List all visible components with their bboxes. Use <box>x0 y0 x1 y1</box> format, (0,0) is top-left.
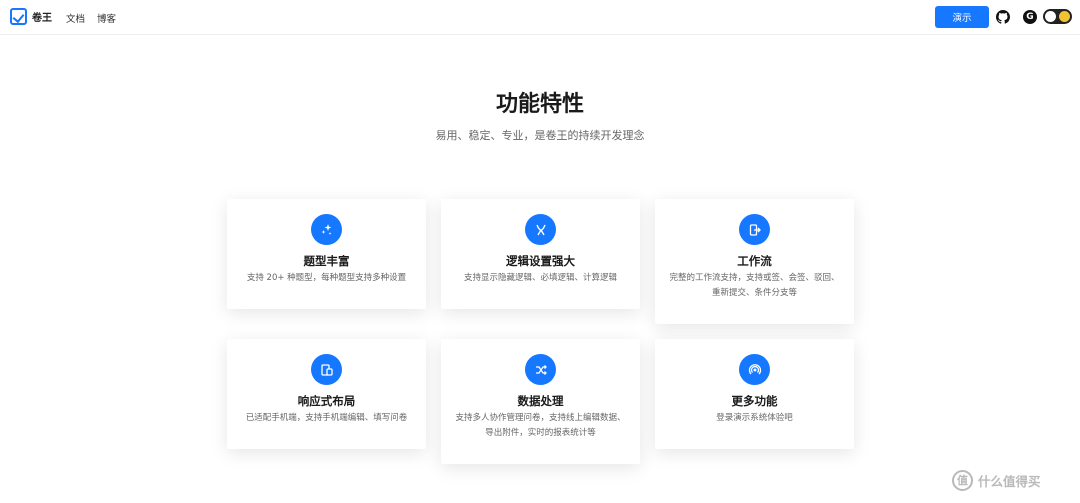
feature-card-logic: 逻辑设置强大 支持显示隐藏逻辑、必填逻辑、计算逻辑 <box>441 199 640 309</box>
top-nav-bar: 卷王 文档 博客 演示 G <box>0 0 1080 35</box>
feature-desc: 登录演示系统体验吧 <box>716 413 793 423</box>
feature-title: 工作流 <box>737 254 772 268</box>
feature-desc: 已适配手机端，支持手机端编辑、填写问卷 <box>245 413 408 423</box>
sparkles-icon <box>311 214 342 245</box>
toggle-knob <box>1045 11 1056 22</box>
brand-name: 卷王 <box>32 13 52 24</box>
feature-desc: 支持 20+ 种题型，每种题型支持多种设置 <box>246 273 407 283</box>
watermark-badge: 值 <box>952 470 973 491</box>
feature-card-question-types: 题型丰富 支持 20+ 种题型，每种题型支持多种设置 <box>227 199 426 309</box>
workflow-exit-icon <box>739 214 770 245</box>
sun-icon <box>1059 11 1070 22</box>
section-subtitle: 易用、稳定、专业，是卷王的持续开发理念 <box>435 129 645 142</box>
feature-title: 逻辑设置强大 <box>506 254 575 268</box>
broadcast-icon <box>739 354 770 385</box>
github-icon[interactable] <box>996 10 1010 24</box>
watermark-text: 什么值得买 <box>978 474 1041 489</box>
shuffle-icon <box>525 354 556 385</box>
feature-title: 题型丰富 <box>303 254 350 268</box>
feature-card-responsive: 响应式布局 已适配手机端，支持手机端编辑、填写问卷 <box>227 339 426 449</box>
brand-logo[interactable]: 卷王 <box>10 8 52 25</box>
watermark: 值 什么值得买 <box>952 470 1041 491</box>
feature-desc: 完整的工作流支持，支持或签、会签、驳回、重新提交、条件分支等 <box>669 273 840 298</box>
responsive-devices-icon <box>311 354 342 385</box>
feature-card-more: 更多功能 登录演示系统体验吧 <box>655 339 854 449</box>
logic-branch-icon <box>525 214 556 245</box>
feature-card-data: 数据处理 支持多人协作管理问卷，支持线上编辑数据、导出附件，实时的报表统计等 <box>441 339 640 464</box>
logo-check-icon <box>10 8 27 25</box>
feature-card-workflow: 工作流 完整的工作流支持，支持或签、会签、驳回、重新提交、条件分支等 <box>655 199 854 324</box>
feature-desc: 支持多人协作管理问卷，支持线上编辑数据、导出附件，实时的报表统计等 <box>455 413 626 438</box>
feature-title: 更多功能 <box>731 394 778 408</box>
feature-desc: 支持显示隐藏逻辑、必填逻辑、计算逻辑 <box>463 273 617 283</box>
feature-title: 数据处理 <box>517 394 564 408</box>
main-nav: 文档 博客 <box>66 11 116 25</box>
gitee-icon[interactable]: G <box>1023 10 1037 24</box>
theme-toggle[interactable] <box>1043 9 1072 24</box>
nav-link-docs[interactable]: 文档 <box>66 11 85 25</box>
demo-button[interactable]: 演示 <box>935 6 989 28</box>
section-title: 功能特性 <box>495 92 584 117</box>
feature-title: 响应式布局 <box>297 394 356 408</box>
nav-link-blog[interactable]: 博客 <box>97 11 116 25</box>
